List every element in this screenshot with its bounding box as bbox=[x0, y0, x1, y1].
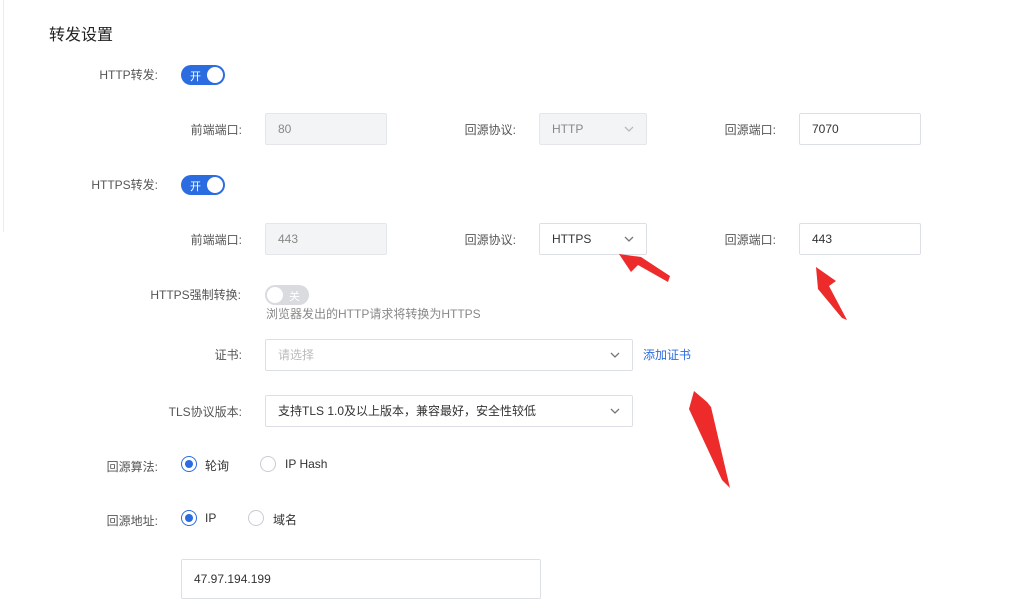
https-force-toggle-text: 关 bbox=[289, 291, 300, 303]
radio-ip[interactable] bbox=[181, 510, 197, 526]
http-frontend-port-input[interactable]: 80 bbox=[265, 113, 387, 145]
http-forward-toggle-text: 开 bbox=[190, 71, 201, 83]
certificate-select[interactable]: 请选择 bbox=[265, 339, 633, 371]
page-title: 转发设置 bbox=[49, 27, 114, 44]
https-forward-toggle[interactable]: 开 bbox=[181, 175, 225, 195]
chevron-down-icon bbox=[610, 408, 620, 414]
http-forward-toggle[interactable]: 开 bbox=[181, 65, 225, 85]
radio-round-robin[interactable] bbox=[181, 456, 197, 472]
https-origin-protocol-select[interactable]: HTTPS bbox=[539, 223, 647, 255]
https-forward-toggle-text: 开 bbox=[190, 181, 201, 193]
chevron-down-icon bbox=[624, 126, 634, 132]
https-force-label: HTTPS强制转换: bbox=[150, 288, 241, 302]
http-frontend-port-label: 前端端口: bbox=[190, 123, 242, 137]
http-origin-protocol-value: HTTP bbox=[552, 122, 584, 136]
http-origin-port-label: 回源端口: bbox=[724, 123, 776, 137]
origin-algorithm-label: 回源算法: bbox=[106, 460, 158, 474]
https-force-toggle[interactable]: 关 bbox=[265, 285, 309, 305]
add-certificate-link[interactable]: 添加证书 bbox=[643, 346, 691, 363]
radio-ip-label[interactable]: IP bbox=[205, 511, 216, 525]
radio-round-robin-label[interactable]: 轮询 bbox=[205, 457, 229, 474]
https-origin-port-label: 回源端口: bbox=[724, 233, 776, 247]
https-force-hint: 浏览器发出的HTTP请求将转换为HTTPS bbox=[266, 307, 481, 321]
https-forward-label: HTTPS转发: bbox=[91, 178, 158, 192]
http-origin-protocol-select[interactable]: HTTP bbox=[539, 113, 647, 145]
radio-domain-label[interactable]: 域名 bbox=[273, 511, 297, 528]
toggle-knob bbox=[207, 177, 223, 193]
radio-ip-hash-label[interactable]: IP Hash bbox=[285, 457, 327, 471]
toggle-knob bbox=[267, 287, 283, 303]
chevron-down-icon bbox=[624, 236, 634, 242]
annotation-arrow-add-cert bbox=[689, 391, 730, 488]
http-origin-protocol-label: 回源协议: bbox=[464, 123, 516, 137]
tls-version-label: TLS协议版本: bbox=[168, 405, 242, 419]
http-origin-port-input[interactable]: 7070 bbox=[799, 113, 921, 145]
annotation-arrow-protocol bbox=[619, 254, 670, 282]
radio-domain[interactable] bbox=[248, 510, 264, 526]
certificate-label: 证书: bbox=[214, 348, 242, 362]
tls-version-select[interactable]: 支持TLS 1.0及以上版本，兼容最好，安全性较低 bbox=[265, 395, 633, 427]
tls-version-value: 支持TLS 1.0及以上版本，兼容最好，安全性较低 bbox=[278, 404, 537, 418]
annotation-arrow-port bbox=[816, 267, 847, 320]
chevron-down-icon bbox=[610, 352, 620, 358]
origin-ip-textarea[interactable]: 47.97.194.199 bbox=[181, 559, 541, 599]
panel-left-border bbox=[3, 0, 4, 232]
https-origin-port-input[interactable]: 443 bbox=[799, 223, 921, 255]
toggle-knob bbox=[207, 67, 223, 83]
https-origin-protocol-label: 回源协议: bbox=[464, 233, 516, 247]
https-frontend-port-input[interactable]: 443 bbox=[265, 223, 387, 255]
certificate-placeholder: 请选择 bbox=[278, 348, 315, 362]
https-frontend-port-label: 前端端口: bbox=[190, 233, 242, 247]
origin-address-label: 回源地址: bbox=[106, 514, 158, 528]
http-forward-label: HTTP转发: bbox=[99, 68, 158, 82]
radio-ip-hash[interactable] bbox=[260, 456, 276, 472]
https-origin-protocol-value: HTTPS bbox=[552, 232, 592, 246]
